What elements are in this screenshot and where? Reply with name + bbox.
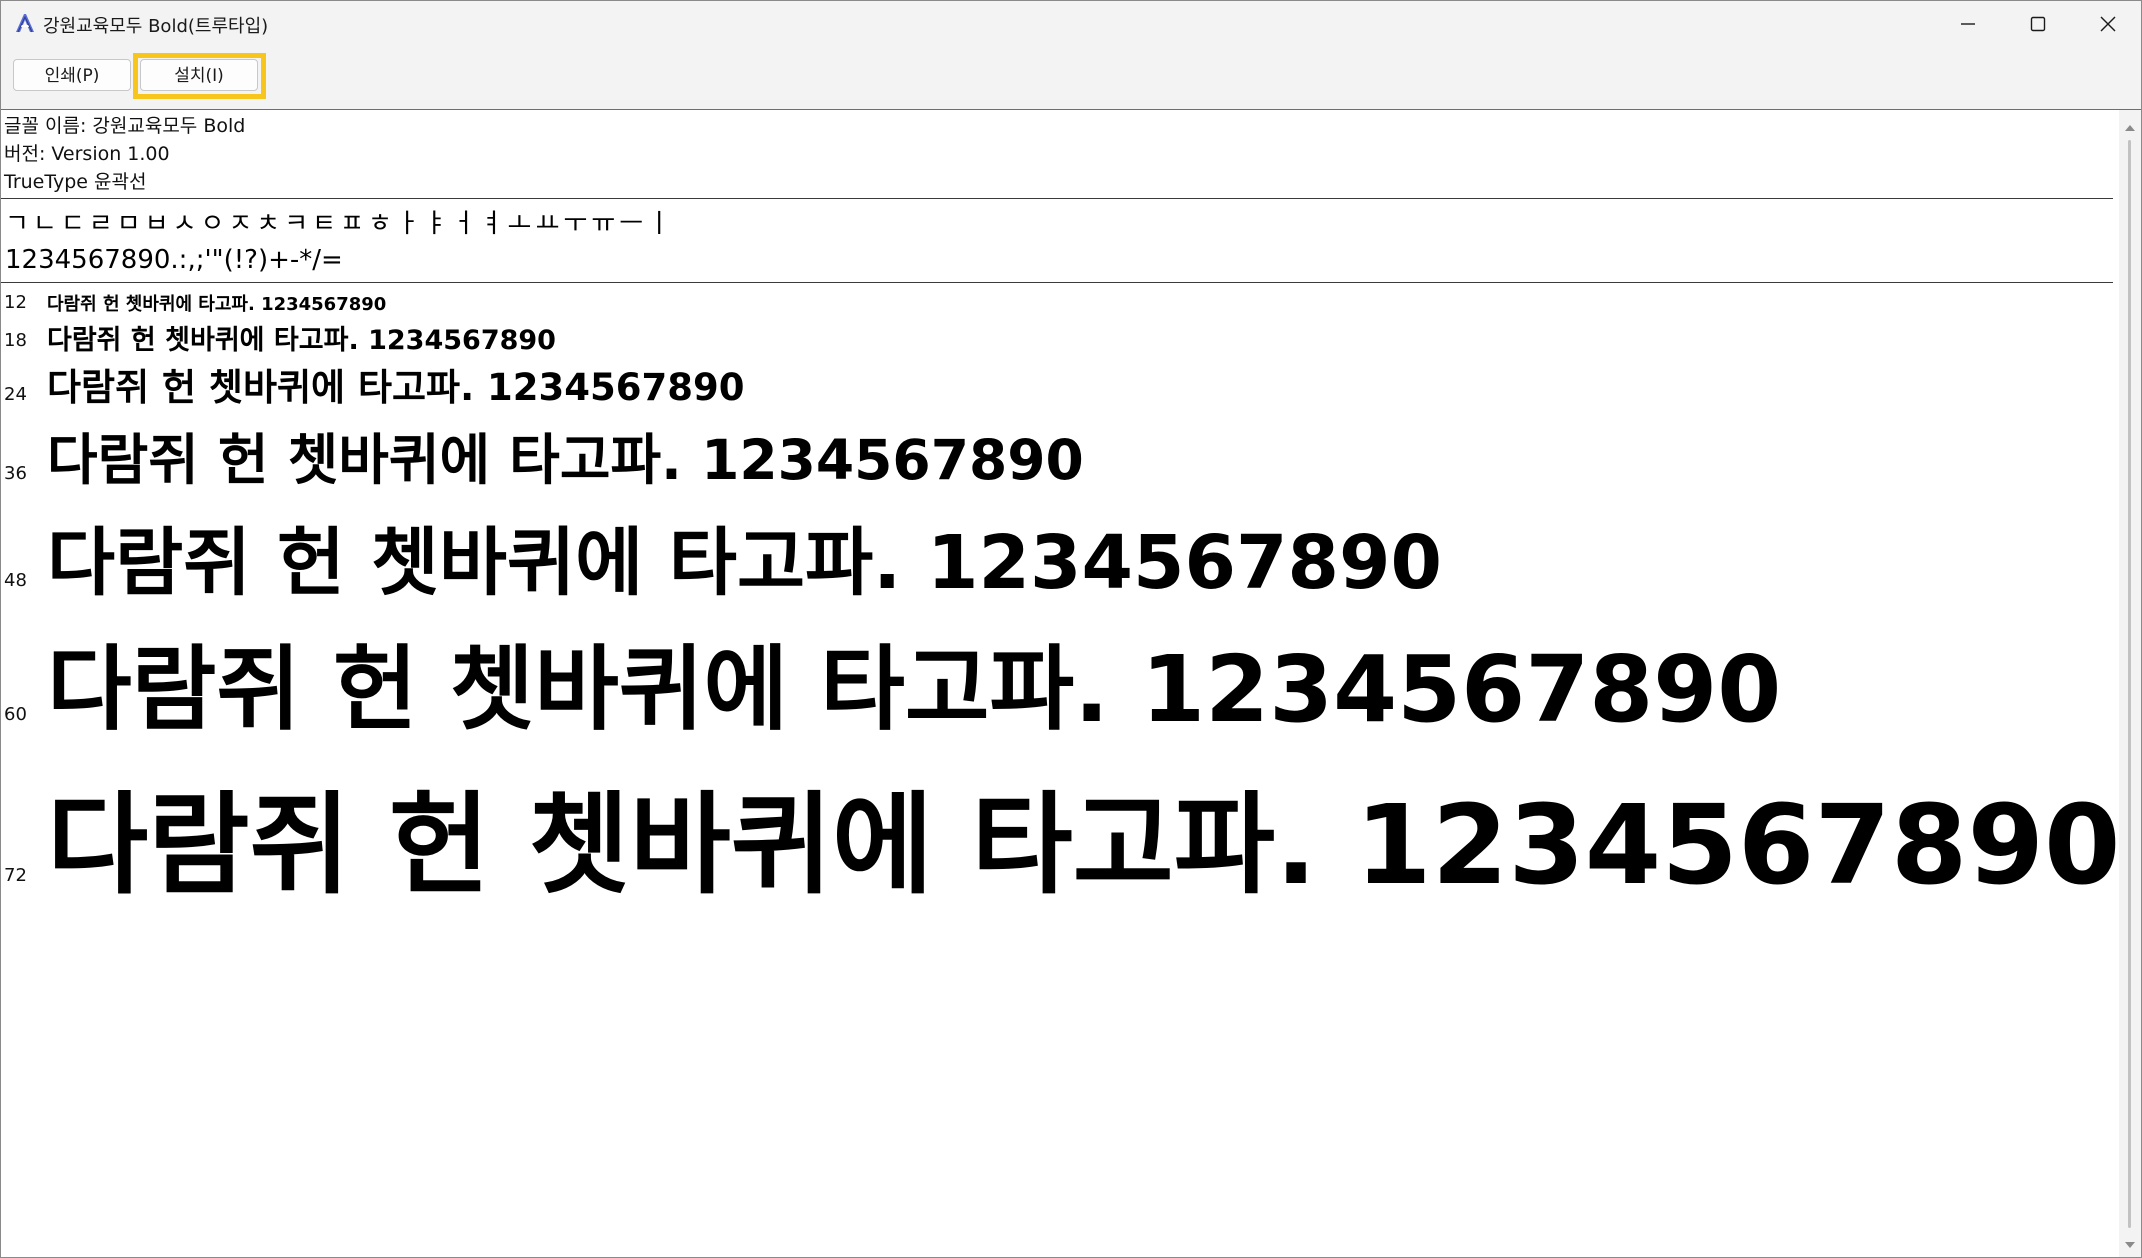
symbols-row: 1234567890.:,;'"(!?)+-*/= — [5, 245, 343, 275]
sample-text: 다람쥐 헌 쳇바퀴에 타고파. 1234567890 — [47, 636, 1782, 743]
font-info: 글꼴 이름: 강원교육모두 Bold 버전: Version 1.00 True… — [4, 112, 245, 196]
font-preview-area[interactable]: 글꼴 이름: 강원교육모두 Bold 버전: Version 1.00 True… — [1, 110, 2119, 1257]
maximize-button[interactable] — [2003, 1, 2073, 47]
sample-text: 다람쥐 헌 쳇바퀴에 타고파. 1234567890 — [47, 294, 387, 315]
minimize-icon — [1961, 23, 1975, 25]
sample-size-label: 18 — [4, 330, 27, 351]
install-button[interactable]: 설치(I) — [140, 59, 258, 91]
close-button[interactable] — [2073, 1, 2141, 47]
window-title: 강원교육모두 Bold(트루타입) — [43, 16, 269, 37]
minimize-button[interactable] — [1933, 1, 2003, 47]
character-set: ㄱㄴㄷㄹㅁㅂㅅㅇㅈㅊㅋㅌㅍㅎㅏㅑㅓㅕㅗㅛㅜㅠㅡㅣ 1234567890.:,;'… — [5, 206, 675, 278]
vertical-scrollbar[interactable] — [2119, 110, 2141, 1257]
sample-text: 다람쥐 헌 쳇바퀴에 타고파. 1234567890 — [47, 325, 556, 356]
font-name-label: 글꼴 이름: 강원교육모두 Bold — [4, 115, 246, 137]
scroll-thumb[interactable] — [2128, 140, 2131, 1228]
sample-text: 다람쥐 헌 쳇바퀴에 타고파. 1234567890 — [47, 520, 1442, 606]
font-viewer-window: 강원교육모두 Bold(트루타입) 인쇄(P) 설치(I) 글꼴 이름: 강원교… — [0, 0, 2142, 1258]
version-label: 버전: Version 1.00 — [4, 143, 170, 165]
sample-text: 다람쥐 헌 쳇바퀴에 타고파. 1234567890 — [47, 781, 2119, 909]
toolbar: 인쇄(P) 설치(I) — [1, 47, 2141, 110]
sample-size-label: 72 — [4, 865, 27, 886]
font-viewer-icon — [13, 11, 37, 35]
jamo-row: ㄱㄴㄷㄹㅁㅂㅅㅇㅈㅊㅋㅌㅍㅎㅏㅑㅓㅕㅗㅛㅜㅠㅡㅣ — [5, 209, 676, 239]
sample-size-label: 48 — [4, 570, 27, 591]
close-icon — [2100, 16, 2116, 32]
scroll-up-arrow-icon[interactable] — [2124, 118, 2136, 137]
sample-size-label: 60 — [4, 704, 27, 725]
title-bar[interactable]: 강원교육모두 Bold(트루타입) — [1, 1, 2141, 47]
maximize-icon — [2030, 16, 2046, 32]
divider — [1, 282, 2113, 283]
scroll-down-arrow-icon[interactable] — [2124, 1235, 2136, 1254]
sample-size-label: 24 — [4, 384, 27, 405]
sample-size-label: 36 — [4, 463, 27, 484]
font-type-label: TrueType 윤곽선 — [4, 171, 147, 193]
print-button[interactable]: 인쇄(P) — [13, 59, 131, 91]
sample-size-label: 12 — [4, 292, 27, 313]
divider — [1, 198, 2113, 199]
sample-text: 다람쥐 헌 쳇바퀴에 타고파. 1234567890 — [47, 366, 745, 409]
sample-text: 다람쥐 헌 쳇바퀴에 타고파. 1234567890 — [47, 428, 1084, 492]
